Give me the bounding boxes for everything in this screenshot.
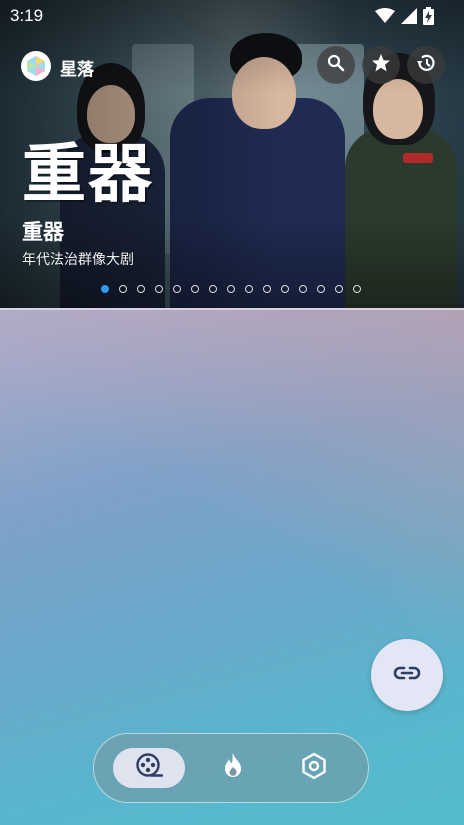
carousel-dot[interactable] [335,285,343,293]
carousel-dot[interactable] [299,285,307,293]
carousel-dot[interactable] [317,285,325,293]
carousel-dot[interactable] [119,285,127,293]
carousel-dot[interactable] [155,285,163,293]
app-name: 星落 [60,60,94,80]
search-button[interactable] [317,46,355,84]
status-time: 3:19 [10,6,44,25]
carousel-dot[interactable] [353,285,361,293]
carousel-dot[interactable] [209,285,217,293]
favorites-button[interactable] [362,46,400,84]
nav-settings[interactable] [290,748,338,788]
banner-divider [0,308,464,310]
wifi-icon [375,8,395,24]
history-button[interactable] [407,46,445,84]
carousel-indicator[interactable] [101,285,361,293]
bottom-navigation [93,733,369,803]
carousel-dot[interactable] [173,285,181,293]
app-logo-icon[interactable] [21,51,51,81]
banner-title-art: 重器 [22,137,154,212]
carousel-dot[interactable] [137,285,145,293]
link-icon [393,665,421,685]
status-bar: 3:19 [0,0,464,32]
carousel-dot[interactable] [245,285,253,293]
carousel-dot[interactable] [227,285,235,293]
film-reel-icon [135,752,164,784]
carousel-dot[interactable] [101,285,109,293]
carousel-dot[interactable] [281,285,289,293]
star-icon [371,53,391,77]
flame-icon [221,752,245,784]
link-fab-button[interactable] [371,639,443,711]
cellular-signal-icon [401,8,417,24]
hexagon-settings-icon [301,752,327,784]
banner-title: 重器 [22,220,64,244]
nav-hot[interactable] [209,748,257,788]
banner-subtitle: 年代法治群像大剧 [22,252,134,268]
history-icon [415,52,437,78]
carousel-dot[interactable] [263,285,271,293]
battery-charging-icon [423,7,434,25]
nav-film[interactable] [113,748,185,788]
search-icon [327,54,345,76]
carousel-dot[interactable] [191,285,199,293]
